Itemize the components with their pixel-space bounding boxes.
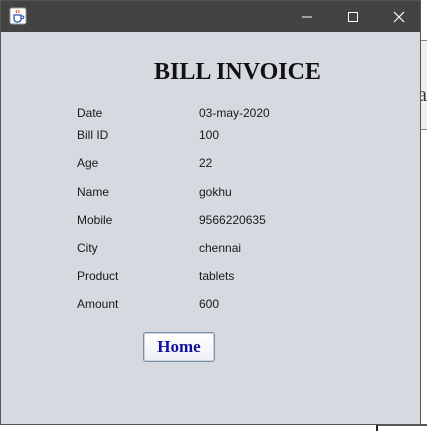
invoice-heading: BILL INVOICE xyxy=(154,59,321,85)
amount-label: Amount xyxy=(77,297,119,311)
mobile-label: Mobile xyxy=(77,213,113,227)
name-label: Name xyxy=(77,185,110,199)
maximize-button[interactable] xyxy=(330,1,376,32)
city-label: City xyxy=(77,241,98,255)
title-bar[interactable] xyxy=(1,1,420,32)
mobile-value: 9566220635 xyxy=(199,213,266,227)
product-label: Product xyxy=(77,269,119,283)
close-button[interactable] xyxy=(376,1,422,32)
close-icon xyxy=(393,11,405,22)
bill-id-label: Bill ID xyxy=(77,128,109,142)
maximize-icon xyxy=(348,11,358,22)
date-value: 03-may-2020 xyxy=(199,106,270,120)
age-value: 22 xyxy=(199,156,213,170)
age-label: Age xyxy=(77,156,99,170)
background-border xyxy=(376,424,427,431)
home-button[interactable]: Home xyxy=(143,332,215,362)
invoice-window: BILL INVOICE Date 03-may-2020 Bill ID 10… xyxy=(0,0,421,425)
java-cup-icon[interactable] xyxy=(9,7,27,25)
minimize-button[interactable] xyxy=(284,1,330,32)
city-value: chennai xyxy=(199,241,242,255)
product-value: tablets xyxy=(199,269,235,283)
date-label: Date xyxy=(77,106,103,120)
amount-value: 600 xyxy=(199,297,220,311)
bill-id-value: 100 xyxy=(199,128,220,142)
minimize-icon xyxy=(302,16,312,17)
name-value: gokhu xyxy=(199,185,232,199)
